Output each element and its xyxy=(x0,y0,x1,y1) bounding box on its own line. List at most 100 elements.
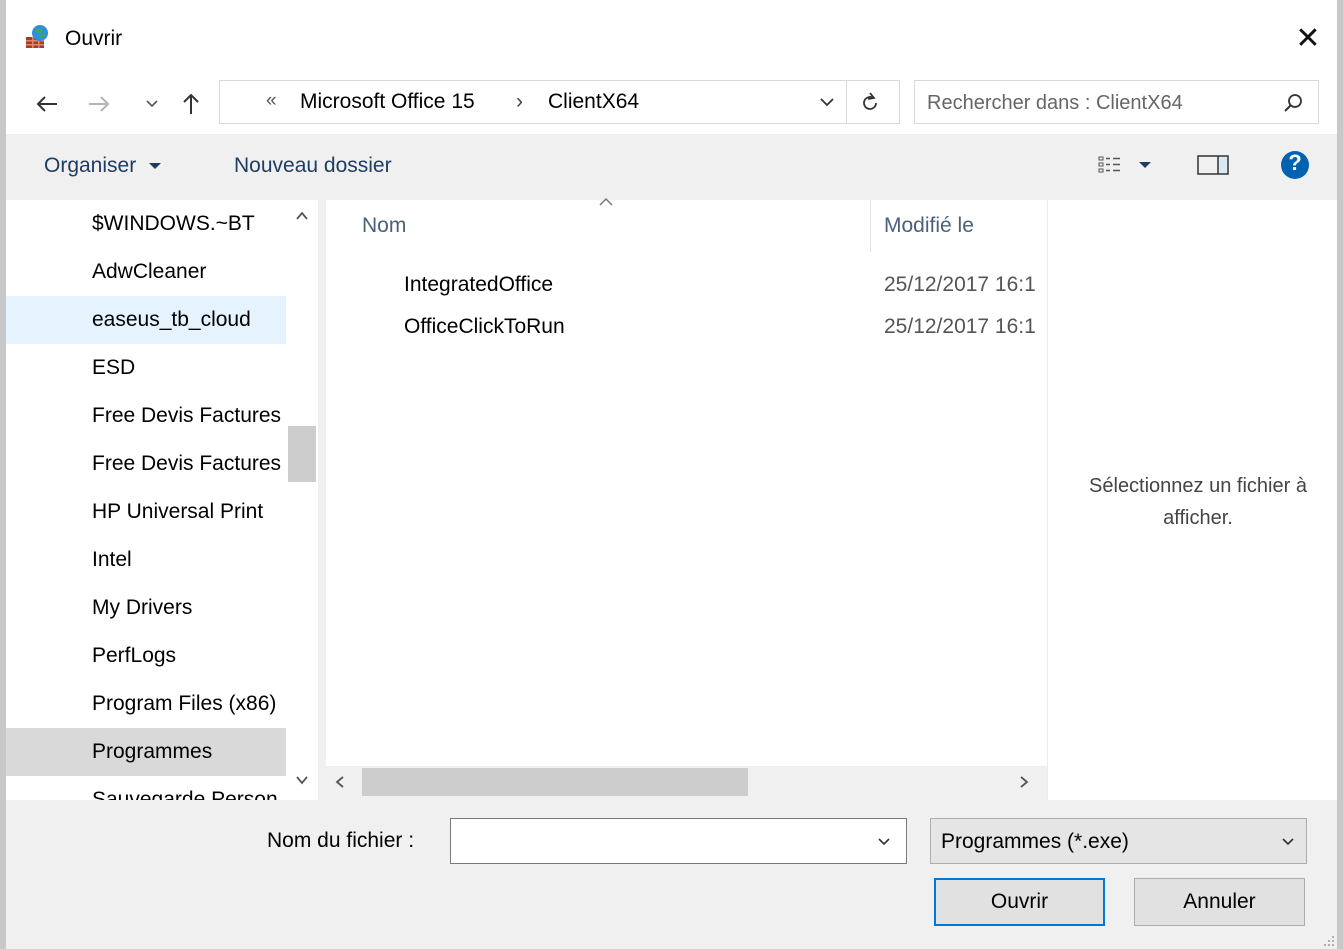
file-row-integratedoffice[interactable]: IntegratedOffice 25/12/2017 16:1 xyxy=(326,264,1047,306)
tree-item-label: My Drivers xyxy=(92,596,193,619)
window-title: Ouvrir xyxy=(65,27,123,50)
preview-pane: Sélectionnez un fichier à afficher. xyxy=(1047,200,1337,800)
tree-item-label: AdwCleaner xyxy=(92,260,207,283)
breadcrumb-separator-icon[interactable]: › xyxy=(516,90,523,114)
forward-arrow-icon xyxy=(89,96,110,112)
file-list-scrollbar[interactable] xyxy=(326,766,1047,800)
up-button[interactable] xyxy=(174,86,208,122)
tree-item-my-drivers[interactable]: My Drivers xyxy=(6,584,286,632)
filename-label: Nom du fichier : xyxy=(267,829,415,852)
search-input[interactable] xyxy=(925,87,1269,119)
tree-item-label: PerfLogs xyxy=(92,644,177,667)
back-button[interactable] xyxy=(30,86,64,122)
tree-item-label: Programmes xyxy=(92,740,213,763)
organize-label: Organiser xyxy=(44,154,137,177)
app-icon xyxy=(26,25,48,48)
breadcrumb-clientx64[interactable]: ClientX64 xyxy=(548,90,639,114)
tree-item-label: HP Universal Print xyxy=(92,500,264,523)
column-header-modified-label: Modifié le xyxy=(884,214,974,237)
main-content: $WINDOWS.~BT AdwCleaner easeus_tb_cloud … xyxy=(6,197,1337,800)
file-list: Nom Modifié le IntegratedOffice 25/12/20… xyxy=(326,197,1047,800)
filename-input[interactable] xyxy=(459,826,863,858)
tree-item-label: ESD xyxy=(92,356,136,379)
filetype-select[interactable]: Programmes (*.exe) xyxy=(930,818,1307,864)
chevron-down-icon[interactable] xyxy=(875,832,893,850)
tree-item-label: easeus_tb_cloud xyxy=(92,308,251,331)
tree-item-label: Free Devis Factures xyxy=(92,404,282,427)
navigation-scrollbar[interactable] xyxy=(286,200,318,800)
chevron-down-icon xyxy=(146,100,158,108)
tree-item-free-devis-factures-2[interactable]: Free Devis Factures xyxy=(6,440,286,488)
scroll-down-icon[interactable] xyxy=(294,772,310,788)
resize-grip-icon[interactable] xyxy=(1321,933,1335,947)
recent-locations-button[interactable] xyxy=(140,86,164,122)
filename-combobox[interactable] xyxy=(450,818,907,864)
tree-item-label: Free Devis Factures xyxy=(92,452,282,475)
open-button-label: Ouvrir xyxy=(990,890,1049,913)
new-folder-button[interactable]: Nouveau dossier xyxy=(234,154,392,178)
column-header-name-label: Nom xyxy=(362,214,407,237)
column-header-modified[interactable]: Modifié le xyxy=(871,200,1047,252)
view-options-button[interactable] xyxy=(1098,148,1152,182)
address-bar[interactable]: « Microsoft Office 15 › ClientX64 xyxy=(219,80,900,124)
breadcrumb-overflow-icon[interactable]: « xyxy=(266,90,277,112)
search-icon[interactable] xyxy=(1283,92,1305,114)
tree-item-program-files-x86[interactable]: Program Files (x86) xyxy=(6,680,286,728)
breadcrumb-microsoft-office-15[interactable]: Microsoft Office 15 xyxy=(300,90,475,114)
preview-pane-button[interactable] xyxy=(1196,148,1230,182)
tree-item-label: Program Files (x86) xyxy=(92,692,277,715)
preview-message: Sélectionnez un fichier à afficher. xyxy=(1089,475,1307,529)
title-bar: Ouvrir ✕ xyxy=(6,0,1337,76)
tree-item-easeus-tb-cloud[interactable]: easeus_tb_cloud xyxy=(6,296,286,344)
file-name: IntegratedOffice xyxy=(404,273,554,296)
pane-splitter[interactable] xyxy=(318,200,326,800)
tree-item-intel[interactable]: Intel xyxy=(6,536,286,584)
tree-item-sauvegarde[interactable]: Sauvegarde Person xyxy=(6,776,286,800)
file-row-officeclicktorun[interactable]: OfficeClickToRun 25/12/2017 16:1 xyxy=(326,306,1047,348)
help-icon-glyph: ? xyxy=(1288,150,1302,175)
up-arrow-icon xyxy=(183,93,199,114)
tree-item-label: Sauvegarde Person xyxy=(92,788,278,800)
tree-item-free-devis-factures-1[interactable]: Free Devis Factures xyxy=(6,392,286,440)
close-button[interactable]: ✕ xyxy=(1279,10,1337,66)
file-modified: 25/12/2017 16:1 xyxy=(884,273,1036,296)
scroll-up-icon[interactable] xyxy=(294,208,310,224)
navigation-bar: « Microsoft Office 15 › ClientX64 xyxy=(6,76,1337,134)
caret-down-icon xyxy=(149,163,162,170)
tree-item-hp-universal-print[interactable]: HP Universal Print xyxy=(6,488,286,536)
organize-button[interactable]: Organiser xyxy=(44,154,162,178)
preview-pane-icon xyxy=(1197,155,1229,175)
tree-item-windows-bt[interactable]: $WINDOWS.~BT xyxy=(6,200,286,248)
column-header-name[interactable]: Nom xyxy=(326,197,870,252)
new-folder-label: Nouveau dossier xyxy=(234,154,392,177)
tree-item-perflogs[interactable]: PerfLogs xyxy=(6,632,286,680)
tree-item-adwcleaner[interactable]: AdwCleaner xyxy=(6,248,286,296)
cancel-button-label: Annuler xyxy=(1183,890,1256,913)
close-icon: ✕ xyxy=(1295,21,1321,55)
bottom-panel: Nom du fichier : Programmes (*.exe) Ouvr… xyxy=(6,800,1337,949)
scrollbar-thumb[interactable] xyxy=(362,768,748,796)
chevron-down-icon xyxy=(1282,838,1294,846)
open-button[interactable]: Ouvrir xyxy=(934,878,1105,926)
tree-item-esd[interactable]: ESD xyxy=(6,344,286,392)
open-file-dialog: Ouvrir ✕ « Microsoft Office 15 › ClientX… xyxy=(6,0,1337,949)
back-arrow-icon xyxy=(36,96,57,112)
file-modified: 25/12/2017 16:1 xyxy=(884,315,1036,338)
scrollbar-thumb[interactable] xyxy=(288,426,316,482)
scroll-right-icon[interactable] xyxy=(1016,774,1032,790)
details-view-icon xyxy=(1098,156,1120,173)
scroll-left-icon[interactable] xyxy=(332,774,348,790)
refresh-icon[interactable] xyxy=(858,91,882,115)
sort-ascending-icon xyxy=(599,197,613,206)
filetype-value: Programmes (*.exe) xyxy=(941,830,1129,853)
tree-item-programmes[interactable]: Programmes xyxy=(6,728,286,776)
help-button[interactable]: ? xyxy=(1279,148,1311,182)
search-box[interactable] xyxy=(914,80,1319,124)
caret-down-icon xyxy=(1139,162,1151,168)
address-dropdown-icon[interactable] xyxy=(816,91,838,113)
forward-button[interactable] xyxy=(82,86,116,122)
file-name: OfficeClickToRun xyxy=(404,315,565,338)
tree-item-label: $WINDOWS.~BT xyxy=(92,212,255,235)
cancel-button[interactable]: Annuler xyxy=(1134,878,1305,926)
command-bar: Organiser Nouveau dossier ? xyxy=(6,134,1337,200)
